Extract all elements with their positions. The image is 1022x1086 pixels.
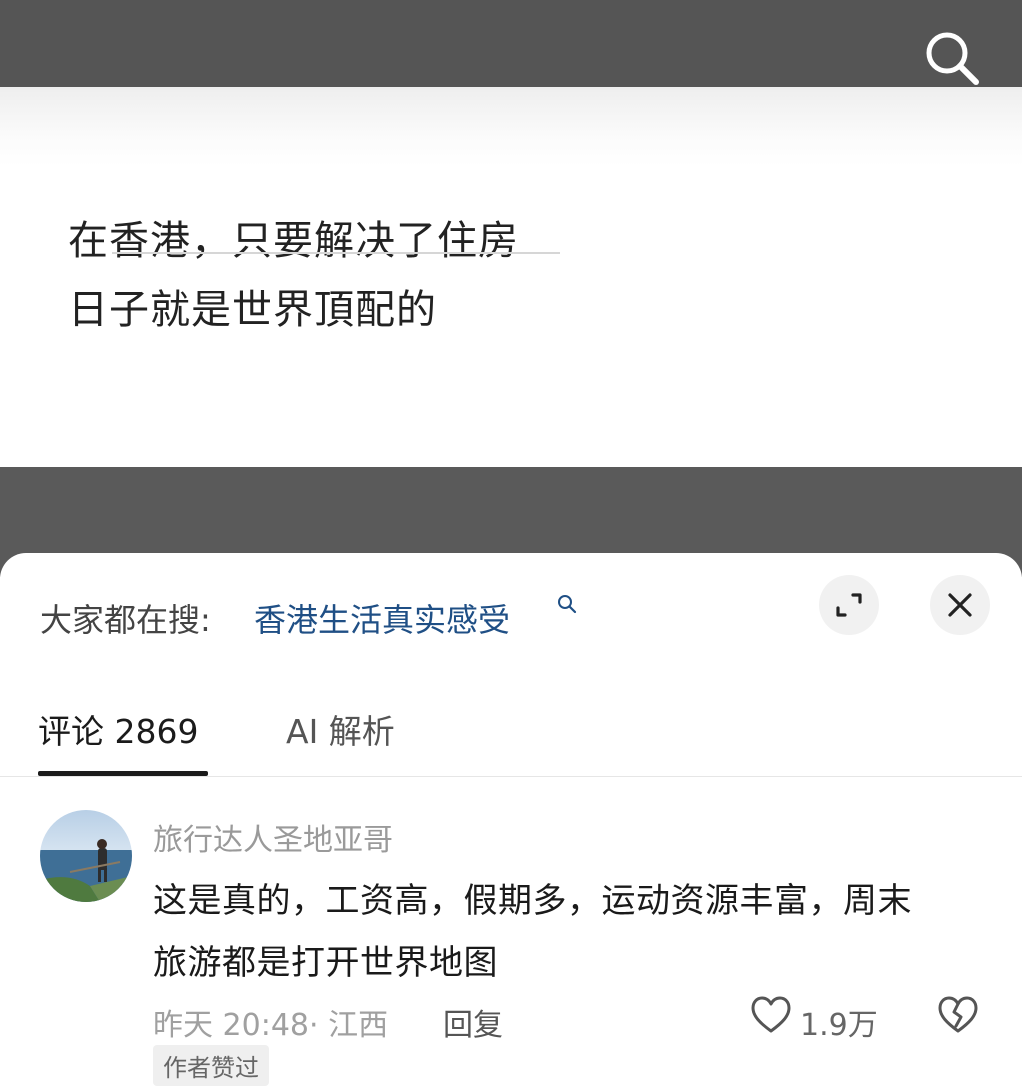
small-search-icon [558, 595, 577, 614]
avatar[interactable] [40, 810, 132, 902]
tab-ai-analysis[interactable]: AI 解析 [286, 705, 395, 753]
like-button[interactable] [750, 994, 792, 1036]
tab-divider [0, 776, 1022, 777]
post-text-underline [112, 252, 560, 254]
post-text-line-1: 在香港，只要解决了住房 [68, 218, 519, 264]
hot-search-prefix: 大家都在搜: [40, 601, 211, 639]
heart-outline-icon [751, 996, 791, 1033]
like-count: 1.9万 [800, 1008, 878, 1043]
top-bar [0, 0, 1022, 87]
search-icon [926, 32, 979, 85]
comment-username[interactable]: 旅行达人圣地亚哥 [153, 815, 393, 859]
comment-meta: 昨天 20:48· 江西 [153, 1008, 389, 1043]
comment-text-line-2: 旅游都是打开世界地图 [153, 943, 498, 983]
close-icon [948, 593, 972, 617]
expand-icon [836, 593, 862, 617]
tab-comments[interactable]: 评论 2869 [38, 705, 198, 753]
expand-button[interactable] [819, 575, 879, 635]
hot-search-link[interactable]: 香港生活真实感受 [254, 595, 510, 641]
comments-sheet: 大家都在搜: 香港生活真实感受 评论 2869 AI 解析 旅行达人圣地亚哥 这… [0, 553, 1022, 1086]
close-button[interactable] [930, 575, 990, 635]
search-button[interactable] [922, 28, 982, 88]
post-content: 在香港，只要解决了住房 日子就是世界頂配的 [0, 87, 1022, 467]
broken-heart-icon [938, 996, 978, 1033]
comment-text-line-1: 这是真的，工资高，假期多，运动资源丰富，周末 [153, 881, 912, 921]
reply-button[interactable]: 回复 [443, 1000, 503, 1044]
dislike-button[interactable] [936, 994, 980, 1036]
post-text-line-2: 日子就是世界頂配的 [68, 287, 437, 333]
